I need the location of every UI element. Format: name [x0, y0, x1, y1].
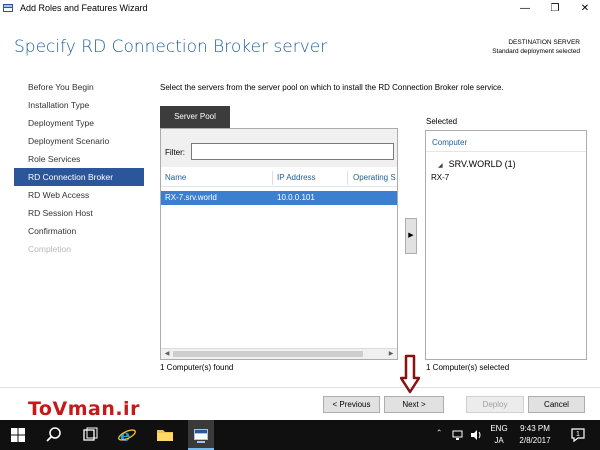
internet-explorer-icon[interactable]: e: [117, 425, 137, 445]
nav-item-before-you-begin[interactable]: Before You Begin: [14, 78, 144, 96]
add-to-selected-button[interactable]: ▶: [405, 218, 417, 254]
filter-label: Filter:: [165, 148, 185, 157]
footer-divider: [0, 387, 600, 388]
column-separator[interactable]: [272, 171, 273, 185]
nav-item-deployment-type[interactable]: Deployment Type: [14, 114, 144, 132]
nav-item-completion: Completion: [28, 244, 71, 254]
expand-triangle-icon[interactable]: ◢: [438, 163, 443, 169]
nav-item-installation-type[interactable]: Installation Type: [14, 96, 144, 114]
chevron-up-icon[interactable]: ⌃: [436, 428, 442, 437]
arrow-down-icon: [400, 354, 420, 394]
column-ip-address[interactable]: IP Address: [277, 173, 316, 182]
watermark-text: ToVman.ir: [28, 398, 140, 420]
deploy-button: Deploy: [466, 396, 524, 413]
column-name[interactable]: Name: [165, 173, 186, 182]
computers-found-text: 1 Computer(s) found: [160, 363, 234, 372]
keyboard-layout: JA: [494, 436, 504, 445]
destination-server: DESTINATION SERVER Standard deployment s…: [492, 38, 580, 56]
wizard-nav: Before You Begin Installation Type Deplo…: [14, 78, 144, 258]
server-pool-panel: Filter: Name IP Address Operating S RX-7…: [160, 128, 398, 360]
selected-group[interactable]: ◢ SRV.WORLD (1): [438, 159, 516, 169]
selected-group-label: SRV.WORLD (1): [448, 159, 516, 169]
horizontal-scrollbar[interactable]: ◀ ▶: [161, 348, 397, 359]
nav-item-rd-connection-broker[interactable]: RD Connection Broker: [14, 168, 144, 186]
windows-start-icon[interactable]: [8, 425, 28, 445]
destination-value: Standard deployment selected: [492, 48, 580, 55]
selected-panel: Computer ◢ SRV.WORLD (1) RX-7: [425, 130, 587, 360]
scroll-right-icon[interactable]: ▶: [386, 350, 396, 359]
instruction-text: Select the servers from the server pool …: [160, 83, 504, 92]
computers-selected-text: 1 Computer(s) selected: [426, 363, 510, 372]
column-separator[interactable]: [347, 171, 348, 185]
page-title: Specify RD Connection Broker server: [14, 37, 328, 57]
selected-header-divider: [426, 151, 586, 152]
clock-date: 2/8/2017: [519, 436, 551, 445]
server-manager-icon: [3, 4, 13, 12]
column-operating-system[interactable]: Operating S: [353, 173, 396, 182]
window-title: Add Roles and Features Wizard: [20, 3, 148, 13]
filter-input[interactable]: [191, 143, 394, 160]
selected-label: Selected: [426, 117, 458, 126]
scrollbar-thumb[interactable]: [173, 351, 363, 357]
language-code: ENG: [490, 424, 508, 433]
next-button[interactable]: Next >: [384, 396, 444, 413]
network-icon[interactable]: [452, 429, 464, 441]
selected-column-computer[interactable]: Computer: [432, 138, 467, 147]
filter-row: Filter:: [161, 129, 397, 167]
svg-text:e: e: [120, 426, 130, 445]
close-button[interactable]: ✕: [570, 0, 600, 18]
maximize-button[interactable]: ❐: [540, 0, 570, 18]
cancel-button[interactable]: Cancel: [528, 396, 585, 413]
table-row[interactable]: RX-7.srv.world 10.0.0.101: [161, 191, 397, 205]
nav-item-confirmation[interactable]: Confirmation: [14, 222, 144, 240]
list-item[interactable]: RX-7: [431, 173, 449, 182]
nav-item-rd-session-host[interactable]: RD Session Host: [14, 204, 144, 222]
destination-label: DESTINATION SERVER: [508, 39, 580, 46]
taskbar: e ⌃ ENG JA 9:43 PM 2/8/2017 1: [0, 420, 600, 450]
speaker-icon[interactable]: [470, 429, 482, 441]
scroll-left-icon[interactable]: ◀: [162, 350, 172, 359]
nav-item-role-services[interactable]: Role Services: [14, 150, 144, 168]
row-server-name: RX-7.srv.world: [165, 193, 217, 202]
tab-server-pool[interactable]: Server Pool: [160, 106, 230, 128]
nav-item-deployment-scenario[interactable]: Deployment Scenario: [14, 132, 144, 150]
server-manager-icon[interactable]: [191, 425, 211, 445]
notification-count: 1: [576, 431, 580, 438]
minimize-button[interactable]: —: [510, 0, 540, 18]
search-icon[interactable]: [44, 425, 64, 445]
server-grid-header: Name IP Address Operating S: [161, 169, 397, 187]
previous-button[interactable]: < Previous: [323, 396, 380, 413]
task-view-icon[interactable]: [80, 425, 100, 445]
file-explorer-icon[interactable]: [155, 425, 175, 445]
title-bar: Add Roles and Features Wizard — ❐ ✕: [0, 0, 600, 18]
nav-item-rd-web-access[interactable]: RD Web Access: [14, 186, 144, 204]
system-clock[interactable]: 9:43 PM 2/8/2017: [518, 423, 552, 447]
row-ip-address: 10.0.0.101: [277, 193, 315, 202]
input-language[interactable]: ENG JA: [490, 423, 508, 447]
clock-time: 9:43 PM: [520, 424, 550, 433]
